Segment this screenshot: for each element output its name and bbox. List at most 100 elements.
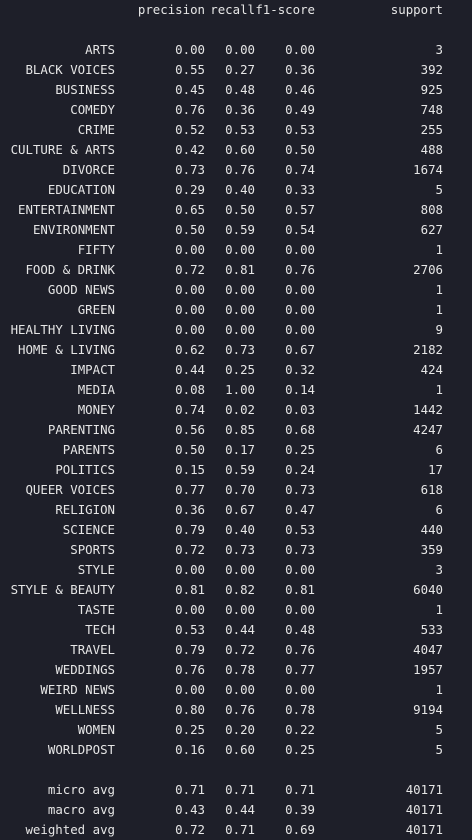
f1-score-value: 0.54 (285, 222, 315, 237)
f1-score-value: 0.22 (285, 722, 315, 737)
precision-value: 0.73 (175, 162, 205, 177)
row-label: WEIRD NEWS (40, 682, 115, 697)
row-label: WEDDINGS (55, 662, 115, 677)
row-label: FOOD & DRINK (25, 262, 115, 277)
report-row: IMPACT 0.44 0.25 0.32 424 (0, 360, 472, 380)
precision-value: 0.15 (175, 462, 205, 477)
report-row: MEDIA 0.08 1.00 0.14 1 (0, 380, 472, 400)
precision-value: 0.55 (175, 62, 205, 77)
report-row: SCIENCE 0.79 0.40 0.53 440 (0, 520, 472, 540)
recall-value: 0.48 (225, 82, 255, 97)
recall-value: 0.00 (225, 602, 255, 617)
row-label: SCIENCE (62, 522, 115, 537)
support-value: 40171 (405, 782, 443, 797)
support-value: 2706 (413, 262, 443, 277)
report-row: macro avg 0.43 0.44 0.39 40171 (0, 800, 472, 820)
f1-score-value: 0.39 (285, 802, 315, 817)
f1-score-value: 0.78 (285, 702, 315, 717)
recall-value: 0.73 (225, 542, 255, 557)
report-row: ARTS 0.00 0.00 0.00 3 (0, 40, 472, 60)
f1-score-value: 0.00 (285, 682, 315, 697)
header-row: precision recall f1-score support (0, 0, 472, 20)
precision-value: 0.00 (175, 282, 205, 297)
recall-value: 0.00 (225, 302, 255, 317)
report-row: FIFTY 0.00 0.00 0.00 1 (0, 240, 472, 260)
report-row: TECH 0.53 0.44 0.48 533 (0, 620, 472, 640)
precision-value: 0.76 (175, 102, 205, 117)
recall-value: 0.44 (225, 802, 255, 817)
precision-value: 0.79 (175, 642, 205, 657)
f1-score-value: 0.25 (285, 742, 315, 757)
support-value: 748 (420, 102, 443, 117)
row-label: QUEER VOICES (25, 482, 115, 497)
support-value: 40171 (405, 822, 443, 837)
recall-value: 0.40 (225, 522, 255, 537)
f1-score-value: 0.57 (285, 202, 315, 217)
f1-score-value: 0.47 (285, 502, 315, 517)
precision-value: 0.72 (175, 822, 205, 837)
precision-value: 0.00 (175, 562, 205, 577)
f1-score-value: 0.53 (285, 122, 315, 137)
report-row: CULTURE & ARTS 0.42 0.60 0.50 488 (0, 140, 472, 160)
row-label: STYLE (77, 562, 115, 577)
row-label: STYLE & BEAUTY (10, 582, 115, 597)
row-label: SPORTS (70, 542, 115, 557)
support-value: 808 (420, 202, 443, 217)
report-row: POLITICS 0.15 0.59 0.24 17 (0, 460, 472, 480)
f1-score-value: 0.00 (285, 562, 315, 577)
header-precision: precision (137, 2, 205, 17)
recall-value: 0.44 (225, 622, 255, 637)
report-row: EDUCATION 0.29 0.40 0.33 5 (0, 180, 472, 200)
support-value: 359 (420, 542, 443, 557)
row-label: HOME & LIVING (18, 342, 115, 357)
recall-value: 0.60 (225, 142, 255, 157)
recall-value: 0.76 (225, 162, 255, 177)
report-row: HOME & LIVING 0.62 0.73 0.67 2182 (0, 340, 472, 360)
precision-value: 0.76 (175, 662, 205, 677)
f1-score-value: 0.74 (285, 162, 315, 177)
recall-value: 0.82 (225, 582, 255, 597)
report-row: GREEN 0.00 0.00 0.00 1 (0, 300, 472, 320)
support-value: 627 (420, 222, 443, 237)
row-label: WOMEN (77, 722, 115, 737)
report-row: WEIRD NEWS 0.00 0.00 0.00 1 (0, 680, 472, 700)
recall-value: 0.17 (225, 442, 255, 457)
precision-value: 0.80 (175, 702, 205, 717)
row-label: PARENTING (47, 422, 115, 437)
row-label: POLITICS (55, 462, 115, 477)
f1-score-value: 0.77 (285, 662, 315, 677)
recall-value: 0.78 (225, 662, 255, 677)
recall-value: 0.36 (225, 102, 255, 117)
row-label: DIVORCE (62, 162, 115, 177)
f1-score-value: 0.00 (285, 302, 315, 317)
support-value: 440 (420, 522, 443, 537)
report-row: weighted avg 0.72 0.71 0.69 40171 (0, 820, 472, 840)
support-value: 1 (435, 682, 443, 697)
report-row: COMEDY 0.76 0.36 0.49 748 (0, 100, 472, 120)
row-label: TRAVEL (70, 642, 115, 657)
recall-value: 0.60 (225, 742, 255, 757)
f1-score-value: 0.00 (285, 242, 315, 257)
recall-value: 0.70 (225, 482, 255, 497)
f1-score-value: 0.00 (285, 602, 315, 617)
recall-value: 0.53 (225, 122, 255, 137)
f1-score-value: 0.36 (285, 62, 315, 77)
support-value: 9 (435, 322, 443, 337)
row-label: macro avg (47, 802, 115, 817)
report-row: micro avg 0.71 0.71 0.71 40171 (0, 780, 472, 800)
precision-value: 0.00 (175, 302, 205, 317)
support-value: 6 (435, 442, 443, 457)
row-label: MONEY (77, 402, 115, 417)
row-label: COMEDY (70, 102, 115, 117)
support-value: 6040 (413, 582, 443, 597)
header-recall: recall (210, 2, 255, 17)
support-value: 1 (435, 282, 443, 297)
report-row: MONEY 0.74 0.02 0.03 1442 (0, 400, 472, 420)
support-value: 1 (435, 602, 443, 617)
f1-score-value: 0.76 (285, 262, 315, 277)
support-value: 40171 (405, 802, 443, 817)
row-label: HEALTHY LIVING (10, 322, 115, 337)
recall-value: 0.50 (225, 202, 255, 217)
precision-value: 0.77 (175, 482, 205, 497)
report-row: WORLDPOST 0.16 0.60 0.25 5 (0, 740, 472, 760)
